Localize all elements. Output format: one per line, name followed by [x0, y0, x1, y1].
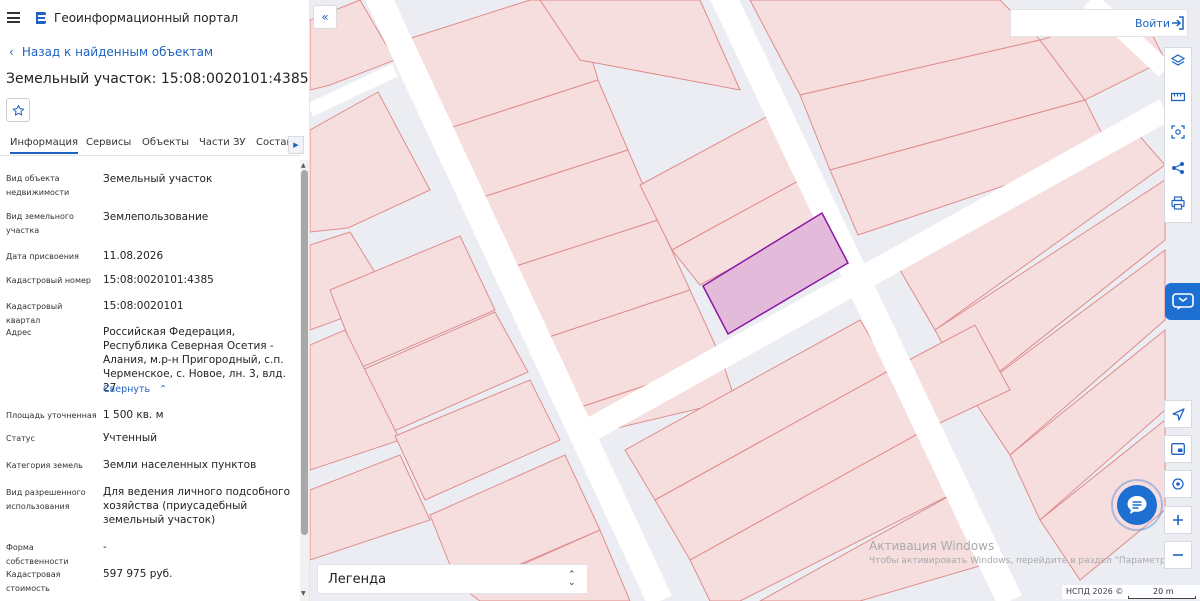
info-label: Категория земель [6, 461, 83, 470]
tab-parts[interactable]: Части ЗУ [199, 137, 246, 148]
share-button[interactable] [1164, 154, 1192, 182]
star-icon [12, 104, 24, 116]
tab-services[interactable]: Сервисы [86, 137, 131, 148]
minimap-button[interactable] [1164, 435, 1192, 463]
legend-label: Легенда [328, 572, 387, 587]
tab-scroll-right-button[interactable]: ▶ [288, 136, 304, 154]
scrollbar-thumb[interactable] [301, 170, 308, 535]
feedback-chat-icon [1171, 292, 1194, 310]
info-label: Вид разрешенного использования [6, 488, 86, 511]
info-value: Земельный участок [103, 173, 213, 185]
scroll-up-icon[interactable]: ▲ [301, 162, 306, 169]
cadastral-map[interactable]: Активация Windows Чтобы активировать Win… [310, 0, 1200, 601]
scale-bar [1128, 596, 1196, 599]
portal-title: Геоинформационный портал [54, 11, 239, 25]
info-label: Адрес [6, 328, 32, 337]
share-icon [1172, 162, 1184, 174]
tab-composition[interactable]: Состав [256, 137, 292, 148]
info-value: - [103, 541, 107, 553]
info-label: Дата присвоения [6, 252, 79, 261]
chevron-up-icon: ⌃ [159, 384, 168, 395]
login-box: Войти [1010, 9, 1188, 37]
map-attribution: НСПД 2026 © [1062, 585, 1128, 599]
favorite-button[interactable] [6, 98, 30, 122]
legend-panel[interactable]: Легенда ⌃ ⌄ [317, 564, 588, 594]
info-value: Земли населенных пунктов [103, 459, 257, 471]
info-value: 597 975 руб. [103, 568, 173, 580]
expand-collapse-icon[interactable]: ⌃ ⌄ [568, 571, 576, 588]
print-icon [1171, 196, 1185, 210]
layers-icon [1171, 54, 1185, 66]
info-label: Кадастровый номер [6, 276, 91, 285]
locate-icon [1171, 407, 1185, 421]
assistant-chat-icon [1127, 496, 1147, 514]
info-value: 1 500 кв. м [103, 409, 164, 421]
windows-watermark-title: Активация Windows [869, 539, 995, 553]
zoom-in-icon [1173, 515, 1183, 525]
ruler-icon [1171, 92, 1185, 102]
layers-button[interactable] [1164, 47, 1192, 75]
info-label: Вид объекта недвижимости [6, 174, 70, 197]
info-value: Для ведения личного подсобного хозяйства… [103, 486, 291, 526]
ruler-button[interactable] [1164, 83, 1192, 111]
assistant-chat-button[interactable] [1117, 485, 1157, 525]
minimap-icon [1171, 443, 1185, 455]
zoom-in-button[interactable] [1164, 506, 1192, 534]
info-label: Кадастровый квартал [6, 302, 63, 325]
tab-bar: Информация Сервисы Объекты Части ЗУ Сост… [0, 132, 300, 156]
info-sidebar: Геоинформационный портал ‹ Назад к найде… [0, 0, 310, 601]
scale-label: 20 m [1153, 587, 1174, 596]
tab-objects[interactable]: Объекты [142, 137, 189, 148]
scroll-down-icon[interactable]: ▼ [301, 590, 306, 597]
info-value: 11.08.2026 [103, 250, 164, 262]
land-parcel[interactable] [310, 91, 431, 233]
collapse-address-link[interactable]: Свернуть ⌃ [103, 384, 167, 395]
area-select-button[interactable] [1164, 118, 1192, 146]
zoom-out-icon [1173, 554, 1183, 556]
back-to-results-link[interactable]: ‹ Назад к найденным объектам [9, 45, 213, 59]
collapse-panel-button[interactable]: « [313, 5, 337, 29]
login-button[interactable]: Войти [1135, 17, 1170, 30]
area-select-icon [1171, 125, 1185, 139]
info-value: 15:08:0020101:4385 [103, 274, 214, 286]
info-label: Статус [6, 434, 35, 443]
info-value: Учтенный [103, 432, 158, 444]
info-value: 15:08:0020101 [103, 300, 184, 312]
info-label: Форма собственности [6, 543, 69, 566]
collapse-label: Свернуть [103, 384, 151, 395]
caret-right-icon: ▶ [293, 141, 299, 149]
tab-info[interactable]: Информация [10, 137, 79, 154]
print-button[interactable] [1164, 189, 1192, 217]
info-label: Кадастровая стоимость [6, 570, 61, 593]
info-label: Вид земельного участка [6, 212, 74, 235]
feedback-chat-tab[interactable] [1165, 283, 1200, 320]
info-list: Вид объекта недвижимости Земельный участ… [0, 160, 300, 601]
page-title: Земельный участок: 15:08:0020101:4385 [6, 71, 309, 87]
portal-logo-icon [36, 12, 46, 24]
locate-button[interactable] [1164, 400, 1192, 428]
app-header: Геоинформационный портал [0, 0, 309, 36]
gps-button[interactable] [1164, 470, 1192, 498]
info-label: Площадь уточненная [6, 411, 97, 420]
zoom-out-button[interactable] [1164, 541, 1192, 569]
back-link-label: Назад к найденным объектам [21, 45, 214, 59]
hamburger-icon[interactable] [7, 12, 20, 23]
info-value: Землепользование [103, 211, 209, 223]
double-chevron-left-icon: « [321, 10, 329, 24]
login-icon[interactable] [1171, 16, 1185, 30]
windows-watermark-subtitle: Чтобы активировать Windows, перейдите в … [869, 556, 1180, 566]
gps-icon [1172, 478, 1184, 490]
chevron-left-icon: ‹ [9, 45, 14, 59]
map-canvas[interactable] [310, 0, 1200, 601]
